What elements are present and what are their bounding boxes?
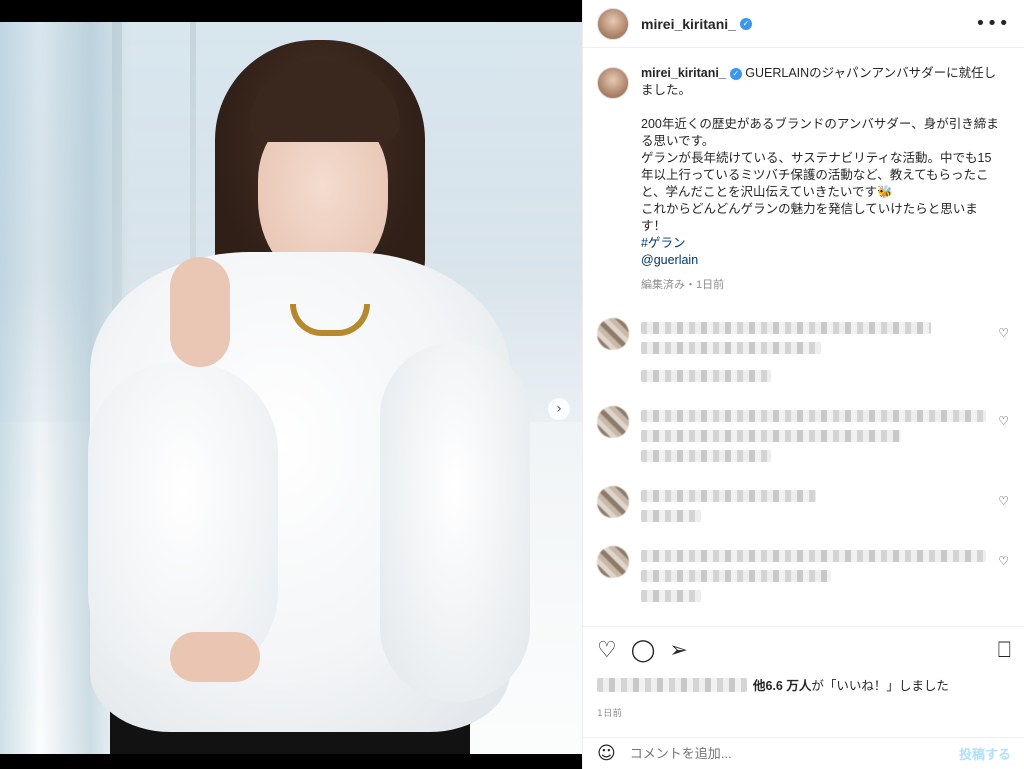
blurred-comment-meta — [641, 450, 771, 462]
blurred-comment-meta — [641, 510, 701, 522]
post-timestamp[interactable]: 1日前 — [597, 706, 1011, 719]
share-icon[interactable]: ➢ — [669, 637, 687, 665]
like-comment-heart-icon[interactable]: ♡ — [998, 414, 1009, 428]
photo-hand — [170, 257, 230, 367]
bookmark-icon[interactable]: ⎕ — [998, 637, 1011, 665]
comment-input[interactable] — [629, 746, 959, 761]
chevron-right-icon: › — [556, 401, 562, 417]
post-photo[interactable]: › — [0, 22, 582, 754]
photo-subject — [0, 22, 582, 754]
likes-count[interactable]: 他6.6 万人 — [753, 675, 811, 694]
caption-paragraph-3: これからどんどんゲランの魅力を発信していけたらと思います！ — [641, 202, 978, 233]
likes-suffix: が「いいね！」しました — [811, 679, 949, 693]
like-comment-heart-icon[interactable]: ♡ — [998, 494, 1009, 508]
blurred-liker-name — [597, 677, 747, 692]
likes-summary[interactable]: 他6.6 万人 が「いいね！」しました — [597, 675, 1011, 694]
author-avatar[interactable] — [597, 7, 629, 40]
carousel-next-button[interactable]: › — [548, 398, 570, 420]
blurred-comment-text — [641, 490, 816, 502]
commenter-avatar[interactable] — [597, 406, 629, 438]
photo-hand — [170, 632, 260, 682]
author-username[interactable]: mirei_kiritani_ — [641, 16, 736, 32]
comment-icon[interactable]: ◯ — [631, 637, 656, 665]
hashtag-link[interactable]: #ゲラン — [641, 235, 1001, 252]
photo-sleeve-right — [380, 342, 530, 702]
blurred-comment-meta — [641, 590, 701, 602]
blurred-comment-text — [641, 322, 931, 334]
emoji-icon[interactable]: ☺ — [597, 743, 616, 764]
commenter-avatar[interactable] — [597, 318, 629, 350]
blurred-comment-text — [641, 550, 986, 562]
blurred-comment-meta — [641, 370, 771, 382]
blurred-comment-text — [641, 342, 821, 354]
caption-text: mirei_kiritani_ ✓ GUERLAINのジャパンアンバサダーに就任し… — [641, 65, 1001, 294]
caption-author-avatar[interactable] — [597, 67, 629, 99]
comments-scroll-area[interactable]: mirei_kiritani_ ✓ GUERLAINのジャパンアンバサダーに就任し… — [583, 49, 1024, 625]
mention-link[interactable]: @guerlain — [641, 252, 1001, 269]
verified-badge-icon: ✓ — [729, 67, 742, 80]
instagram-post-modal: › mirei_kiritani_ ✓ ••• mirei_kiritani_ ✓… — [0, 0, 1024, 769]
caption-edited-meta: 編集済み・1日前 — [641, 279, 725, 291]
verified-badge-icon: ✓ — [739, 17, 752, 30]
blurred-comment-text — [641, 410, 986, 422]
list-item: ♡ — [597, 546, 1011, 602]
caption-username[interactable]: mirei_kiritani_ — [641, 66, 726, 80]
commenter-avatar[interactable] — [597, 546, 629, 578]
blurred-comment-text — [641, 430, 901, 442]
heart-icon[interactable]: ♡ — [597, 637, 617, 665]
list-item: ♡ — [597, 486, 1011, 522]
commenter-avatar[interactable] — [597, 486, 629, 518]
list-item: ♡ — [597, 406, 1011, 462]
post-header: mirei_kiritani_ ✓ ••• — [583, 0, 1024, 48]
blurred-comment-text — [641, 570, 831, 582]
like-comment-heart-icon[interactable]: ♡ — [998, 554, 1009, 568]
post-caption: mirei_kiritani_ ✓ GUERLAINのジャパンアンバサダーに就任し… — [597, 65, 1011, 294]
more-horizontal-icon[interactable]: ••• — [975, 13, 1010, 34]
post-actions: ♡ ◯ ➢ ⎕ 他6.6 万人 が「いいね！」しました 1日前 — [583, 626, 1024, 719]
post-side-panel: mirei_kiritani_ ✓ ••• mirei_kiritani_ ✓ G… — [582, 0, 1024, 769]
add-comment-bar: ☺ 投稿する — [583, 737, 1024, 769]
post-comment-button[interactable]: 投稿する — [959, 744, 1011, 763]
list-item: ♡ — [597, 318, 1011, 382]
caption-paragraph-2: ゲランが長年続けている、サステナビリティな活動。中でも15年以上行っているミツバ… — [641, 151, 992, 199]
action-icons-row: ♡ ◯ ➢ ⎕ — [597, 637, 1011, 665]
like-comment-heart-icon[interactable]: ♡ — [998, 326, 1009, 340]
caption-paragraph-1: 200年近くの歴史があるブランドのアンバサダー、身が引き締まる思いです。 — [641, 117, 999, 148]
